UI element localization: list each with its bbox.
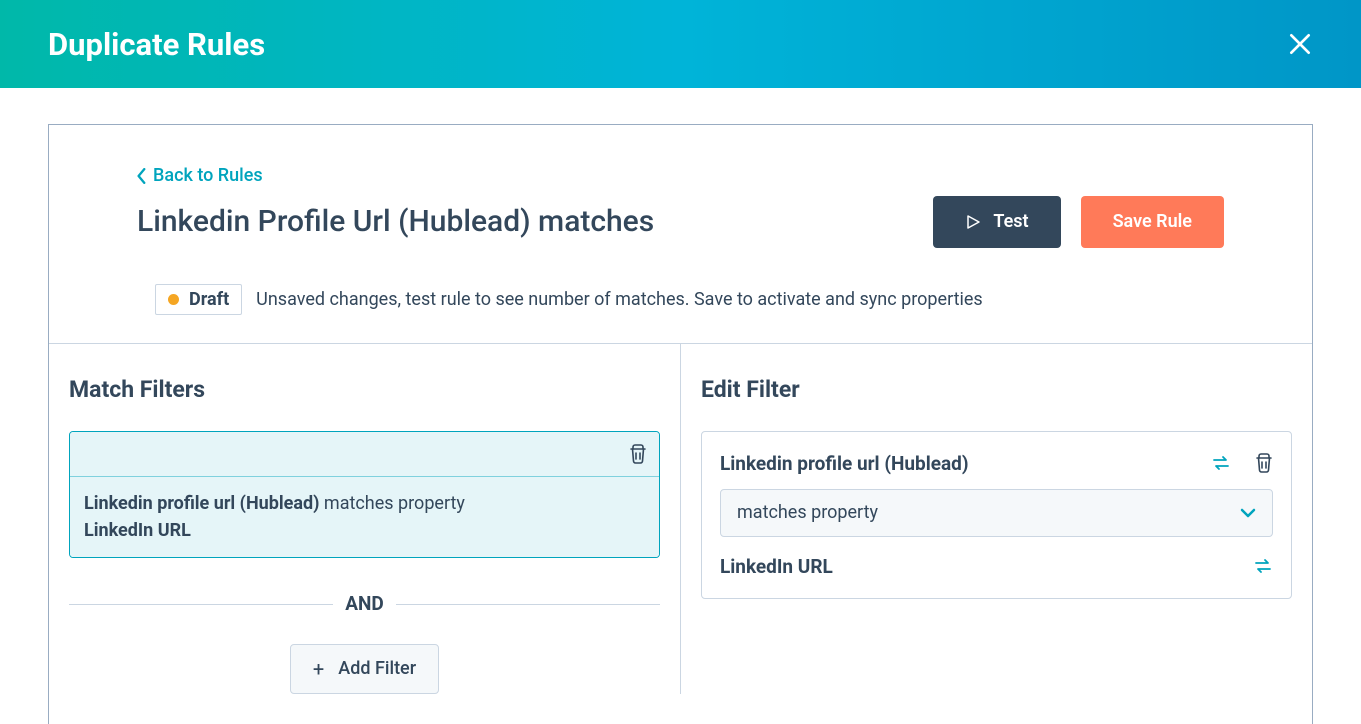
main-container: Back to Rules Linkedin Profile Url (Hubl… — [48, 124, 1313, 724]
save-button-label: Save Rule — [1113, 211, 1192, 232]
swap-field1-button[interactable] — [1211, 454, 1231, 472]
top-section: Back to Rules Linkedin Profile Url (Hubl… — [49, 125, 1312, 343]
add-filter-label: Add Filter — [338, 658, 416, 679]
edit-field2-label: LinkedIn URL — [720, 555, 833, 578]
add-filter-row: + Add Filter — [69, 644, 660, 694]
swap-field2-button[interactable] — [1253, 557, 1273, 575]
chevron-left-icon — [137, 168, 147, 184]
title-row: Linkedin Profile Url (Hublead) matches L… — [137, 196, 1224, 248]
test-button-label: Test — [993, 211, 1028, 232]
trash-icon — [629, 444, 647, 464]
save-rule-button[interactable]: Save Rule — [1081, 196, 1224, 248]
edit-field2-row: LinkedIn URL — [720, 555, 1273, 578]
play-icon — [965, 214, 981, 230]
edit-field1-row: Linkedin profile url (Hublead) — [720, 452, 1273, 475]
match-filters-panel: Match Filters Linkedin profile url (Hubl… — [49, 344, 681, 694]
edit-filter-title: Edit Filter — [701, 376, 1292, 403]
draft-badge-label: Draft — [189, 289, 229, 310]
filter-description-line1: Linkedin profile url (Hublead) matches p… — [84, 493, 645, 514]
status-row: Draft Unsaved changes, test rule to see … — [155, 284, 1224, 315]
filter-joiner: matches property — [324, 493, 465, 514]
match-filters-title: Match Filters — [69, 376, 660, 403]
swap-icon — [1253, 557, 1273, 575]
status-dot-icon — [168, 294, 179, 305]
status-message: Unsaved changes, test rule to see number… — [256, 289, 983, 310]
edit-field1-icons — [1211, 453, 1273, 473]
filter-property1: Linkedin profile url (Hublead) — [84, 493, 319, 514]
panels: Match Filters Linkedin profile url (Hubl… — [49, 343, 1312, 694]
and-separator: AND — [69, 592, 660, 616]
page-header: Duplicate Rules — [0, 0, 1361, 88]
delete-filter-button[interactable] — [629, 444, 647, 464]
button-group: Test Save Rule — [933, 196, 1224, 248]
trash-icon — [1255, 453, 1273, 473]
close-icon — [1287, 31, 1313, 57]
edit-filter-panel: Edit Filter Linkedin profile url (Hublea… — [681, 344, 1312, 694]
operator-select[interactable]: matches property — [720, 489, 1273, 537]
test-button[interactable]: Test — [933, 196, 1060, 248]
plus-icon: + — [313, 657, 324, 681]
close-button[interactable] — [1287, 31, 1313, 57]
edit-filter-card: Linkedin profile url (Hublead) matches p… — [701, 431, 1292, 599]
filter-card-toolbar — [70, 432, 659, 477]
add-filter-button[interactable]: + Add Filter — [290, 644, 439, 694]
filter-property2: LinkedIn URL — [84, 520, 645, 541]
header-title: Duplicate Rules — [48, 26, 265, 63]
back-link-label: Back to Rules — [153, 165, 263, 186]
delete-field1-button[interactable] — [1255, 453, 1273, 473]
filter-card-body: Linkedin profile url (Hublead) matches p… — [70, 477, 659, 557]
and-label: AND — [333, 592, 396, 615]
rule-title: Linkedin Profile Url (Hublead) matches L… — [137, 204, 657, 239]
edit-field1-label: Linkedin profile url (Hublead) — [720, 452, 969, 475]
chevron-down-icon — [1240, 508, 1256, 518]
swap-icon — [1211, 454, 1231, 472]
filter-card[interactable]: Linkedin profile url (Hublead) matches p… — [69, 431, 660, 558]
back-to-rules-link[interactable]: Back to Rules — [137, 165, 263, 186]
draft-badge: Draft — [155, 284, 242, 315]
operator-value: matches property — [737, 502, 878, 523]
